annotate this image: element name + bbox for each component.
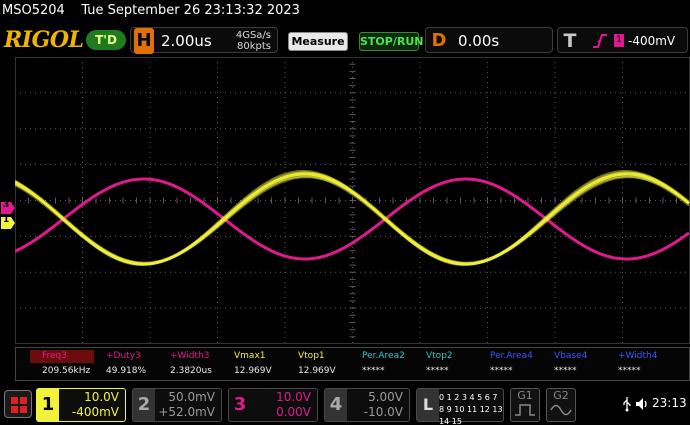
measurement-label: +Width4 [618,351,658,361]
square-wave-icon [514,404,536,420]
channel1-marker-label: 1 [3,215,10,225]
measurement-table: Freq3 209.56kHz +Duty3 49.918% +Width3 2.3820… [15,347,690,381]
measurement-label: Vbase4 [554,351,588,361]
channel3-ground-marker[interactable]: 3 [1,199,15,214]
measurement-item[interactable]: Per.Area2 ***** [350,348,414,380]
measurement-value: ***** [426,366,449,376]
channel3-number: 3 [233,394,247,415]
measurement-value: 12.969V [298,366,336,376]
acquisition-info: 4GSa/s 80kpts [236,30,271,52]
measurement-value: ***** [618,366,641,376]
channel2-block[interactable]: 2 50.0mV +52.0mV [132,388,222,422]
channel3-block[interactable]: 3 10.0V 0.00V [228,388,318,422]
system-clock: 23:13 [652,396,687,410]
measurement-item[interactable]: Vtop1 12.969V [286,348,350,380]
rising-edge-icon [592,32,608,50]
measurement-label: Vtop2 [426,351,453,361]
channel2-scale-group: 50.0mV +52.0mV [158,390,215,420]
channel4-scale: 5.00V [368,390,403,404]
channel2-number: 2 [133,389,155,421]
measurement-label: Vmax1 [234,351,266,361]
channel3-marker-label: 3 [3,200,10,210]
channel1-ground-marker[interactable]: 1 [1,214,15,229]
delay-block[interactable]: D 0.00s [425,27,553,53]
measurement-item[interactable]: Freq3 209.56kHz [30,348,94,380]
horizontal-letter: H [134,28,154,54]
measurement-item[interactable]: +Width3 2.3820us [158,348,222,380]
channel1-offset: -400mV [71,405,119,419]
usb-icon [622,396,632,416]
menu-icon[interactable] [4,390,32,418]
channel3-offset: 0.00V [276,405,311,419]
channel1-block[interactable]: 1 10.0V -400mV [36,388,126,422]
waveform-canvas [15,57,690,344]
measurement-value: 12.969V [234,366,272,376]
channel4-block[interactable]: 4 5.00V -10.0V [324,388,410,422]
measurement-value: 2.3820us [170,366,212,376]
logic-channels-row2: 8 9 10 11 12 13 14 15 [439,405,503,425]
channel4-scale-group: 5.00V -10.0V [364,390,403,420]
timebase-value: 2.00us [161,32,212,50]
trigger-block[interactable]: T 1 -400mV [557,27,688,53]
generator1-label: G1 [517,389,533,402]
status-line: MSO5204 Tue September 26 23:13:32 2023 [0,0,690,22]
logic-channels: 0 1 2 3 4 5 6 7 8 9 10 11 12 13 14 15 [439,392,503,425]
sample-rate: 4GSa/s [235,30,271,41]
measurement-item[interactable]: Per.Area4 ***** [478,348,542,380]
measure-button[interactable]: Measure [288,32,348,51]
channel1-scale: 10.0V [84,390,119,404]
measurement-label: Per.Area2 [362,351,405,361]
graticule-grid [15,57,690,344]
measurement-label: +Duty3 [106,351,141,361]
channel2-scale: 50.0mV [168,390,215,404]
date-time: Tue September 26 23:13:32 2023 [81,3,300,18]
header-bar: RIGOL T'D H 2.00us 4GSa/s 80kpts Measure… [0,24,690,56]
stop-run-button[interactable]: STOP/RUN [359,32,423,51]
channel3-scale: 10.0V [276,390,311,404]
trigger-source-badge: 1 [614,34,624,47]
delay-value: 0.00s [458,32,500,50]
model-name: MSO5204 [2,3,65,18]
channel1-number: 1 [37,389,59,421]
speaker-icon[interactable] [634,396,650,416]
trigger-letter: T [563,30,577,52]
measurement-value: 209.56kHz [42,366,91,376]
memory-depth: 80kpts [237,41,271,52]
measurement-item[interactable]: +Width4 ***** [606,348,670,380]
generator1-button[interactable]: G1 [510,388,540,422]
generator2-button[interactable]: G2 [546,388,576,422]
measurement-label: Vtop1 [298,351,325,361]
channel-bar: 1 10.0V -400mV 2 50.0mV +52.0mV 3 10.0V … [0,384,690,425]
measurement-item[interactable]: +Duty3 49.918% [94,348,158,380]
channel1-scale-group: 10.0V -400mV [72,390,119,420]
measurement-value: ***** [362,366,385,376]
channel4-offset: -10.0V [363,405,403,419]
measurement-item[interactable]: Vtop2 ***** [414,348,478,380]
logic-analyzer-block[interactable]: L 0 1 2 3 4 5 6 7 8 9 10 11 12 13 14 15 [416,388,504,425]
measurement-label: +Width3 [170,351,210,361]
logic-channels-row1: 0 1 2 3 4 5 6 7 [439,393,498,402]
brand-logo: RIGOL [4,27,84,53]
measurement-value: 49.918% [106,366,147,376]
trigger-status-badge: T'D [86,30,126,50]
measurement-item[interactable]: Vmax1 12.969V [222,348,286,380]
measurement-value: ***** [554,366,577,376]
horizontal-block[interactable]: H 2.00us 4GSa/s 80kpts [130,27,278,54]
trigger-level-value: -400mV [628,34,676,48]
measurement-value: ***** [490,366,513,376]
channel2-offset: +52.0mV [158,405,215,419]
channel4-number: 4 [325,389,347,421]
channel3-scale-group: 10.0V 0.00V [276,390,311,420]
logic-letter: L [417,389,439,421]
delay-letter: D [431,30,447,51]
generator2-label: G2 [553,389,569,402]
waveform-display[interactable] [15,57,690,344]
measurement-label: Freq3 [30,350,94,363]
measurement-item[interactable]: Vbase4 ***** [542,348,606,380]
measurement-label: Per.Area4 [490,351,533,361]
sine-wave-icon [550,404,572,420]
